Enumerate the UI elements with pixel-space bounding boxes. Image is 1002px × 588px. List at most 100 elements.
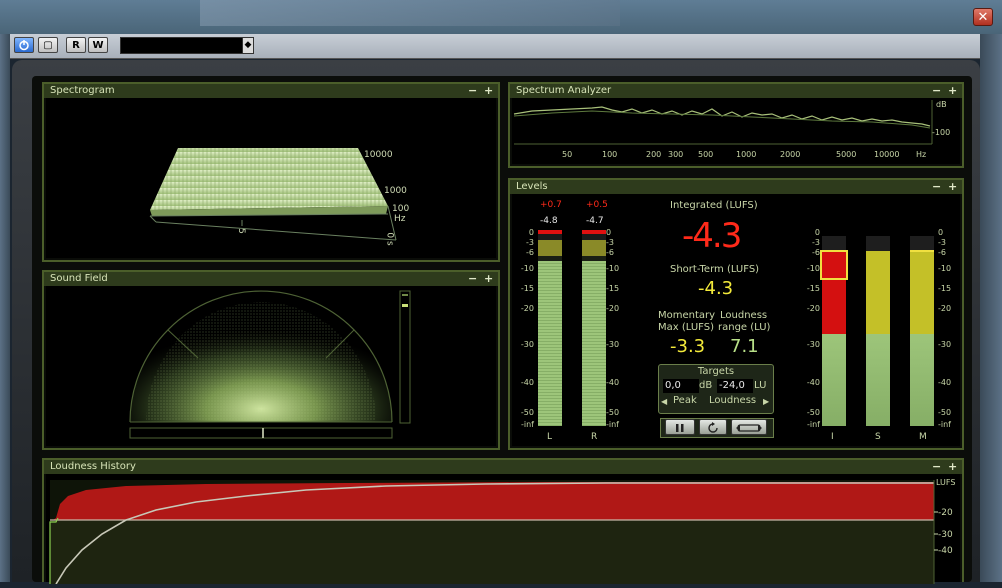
max-marker	[910, 250, 934, 252]
scale-tick-label: -6	[938, 248, 946, 257]
tick-label: 300	[668, 150, 684, 159]
preset-menu-icon[interactable]: ◆	[242, 37, 254, 54]
tick-label: -100	[932, 128, 951, 137]
scale-tick-label: -30	[606, 340, 620, 349]
scale-tick-label: -15	[606, 284, 620, 293]
tick-label: 10000	[874, 150, 900, 159]
meter-l-fill	[538, 261, 562, 426]
chevron-left-icon[interactable]: ◀	[661, 397, 667, 406]
tick-label: 200	[646, 150, 662, 159]
tick-label: 5	[235, 228, 246, 234]
spectrogram-panel: Spectrogram − + 10000 1000 100 Hz 5 0 s	[42, 82, 500, 262]
targets-title: Targets	[697, 366, 735, 377]
scale-tick-label: -20	[938, 304, 952, 313]
shortterm-value: -4.3	[698, 278, 734, 299]
pause-button[interactable]	[665, 419, 695, 435]
integrated-label: Integrated (LUFS)	[670, 200, 758, 211]
scale-tick-label: -40	[938, 378, 952, 387]
scale-tick-label: -inf	[606, 420, 619, 429]
momentary-value: -3.3	[670, 336, 706, 357]
expand-icon[interactable]: +	[948, 84, 957, 97]
tick-label: 500	[698, 150, 714, 159]
tick-label: 1000	[736, 150, 757, 159]
panel-title: Spectrum Analyzer	[510, 84, 962, 98]
collapse-icon[interactable]: −	[932, 180, 941, 193]
meter-label-m: M	[919, 432, 927, 442]
tick-label: 2000	[780, 150, 801, 159]
scale-tick-label: -30	[938, 340, 952, 349]
scale-tick-label: -30	[806, 340, 820, 349]
scale-tick-label: -3	[526, 238, 534, 247]
integrated-value: -4.3	[682, 216, 742, 256]
tick-label: 1000	[384, 186, 407, 196]
preset-field[interactable]	[120, 37, 252, 54]
swap-button[interactable]	[731, 419, 767, 435]
loudness-target-field[interactable]: -24,0	[717, 379, 753, 393]
close-button[interactable]: ✕	[973, 8, 993, 26]
scale-tick-label: -50	[938, 408, 952, 417]
expand-icon[interactable]: +	[484, 272, 493, 285]
scale-tick-label: -20	[606, 304, 620, 313]
channel-label-l: L	[547, 432, 553, 442]
lr-scale-right: 0 -3 -6 -10 -15 -20 -30 -40 -50 -inf	[606, 228, 628, 429]
scale-tick-label: 0	[606, 228, 612, 237]
ism-scale-left: 0 -3 -6 -10 -15 -20 -30 -40 -50 -inf	[802, 228, 820, 429]
chevron-right-icon[interactable]: ▶	[763, 397, 769, 406]
scale-tick-label: -3	[606, 238, 614, 247]
scale-tick-label: -10	[520, 264, 534, 273]
reset-icon	[708, 422, 718, 433]
unit-label: LUFS	[936, 478, 956, 487]
history-panel: Loudness History − + LUFS -20 -30 -40	[42, 458, 964, 585]
panel-title: Spectrogram	[44, 84, 498, 98]
ism-scale-right: 0 -3 -6 -10 -15 -20 -30 -40 -50 -inf	[938, 228, 960, 429]
tick-label: 100	[392, 204, 410, 214]
scale-tick-label: -inf	[807, 420, 820, 429]
scale-tick-label: -15	[938, 284, 952, 293]
write-automation-button[interactable]: W	[88, 37, 108, 53]
scale-tick-label: 0	[814, 228, 820, 237]
peak-target-field[interactable]: 0,0	[663, 379, 699, 393]
scale-tick-label: -6	[812, 248, 820, 257]
tick-label: Hz	[916, 150, 927, 159]
power-button[interactable]	[14, 37, 34, 53]
momentary-label: Momentary	[658, 310, 716, 321]
soundfield-plot	[129, 290, 411, 439]
lr-scale-left: 0 -3 -6 -10 -15 -20 -30 -40 -50 -inf	[514, 228, 534, 429]
spectrogram-plot	[149, 148, 397, 241]
meter-s-fill	[866, 251, 890, 426]
scale-tick-label: -15	[520, 284, 534, 293]
collapse-icon[interactable]: −	[932, 460, 941, 473]
expand-icon[interactable]: +	[484, 84, 493, 97]
scale-tick-label: -3	[812, 238, 820, 247]
tick-label: 0 s	[384, 232, 395, 246]
scale-tick-label: -30	[520, 340, 534, 349]
meter-label-i: I	[831, 432, 834, 442]
collapse-icon[interactable]: −	[932, 84, 941, 97]
loudness-target-label: Loudness	[709, 395, 757, 406]
momentary-label-2: Max (LUFS)	[658, 322, 714, 333]
range-label-2: range (LU)	[718, 322, 771, 333]
monitor-button[interactable]: ▢	[38, 37, 58, 53]
expand-icon[interactable]: +	[948, 180, 957, 193]
meter-r	[582, 230, 606, 426]
l-peak-hold: +0.7	[540, 200, 562, 210]
panel-title: Levels	[510, 180, 962, 194]
transport-bar	[660, 418, 774, 438]
expand-icon[interactable]: +	[948, 460, 957, 473]
collapse-icon[interactable]: −	[468, 272, 477, 285]
channel-label-r: R	[591, 432, 598, 442]
reset-button[interactable]	[699, 419, 727, 435]
meter-s	[866, 236, 890, 426]
unit-label: dB	[936, 100, 947, 109]
read-automation-button[interactable]: R	[66, 37, 86, 53]
range-label: Loudness	[720, 310, 768, 321]
levels-panel: Levels − + +0.7 +0.5 -4.8 -4.7 0 -3 -6 -10-…	[508, 178, 964, 450]
meter-i	[820, 236, 848, 426]
meter-label-s: S	[875, 432, 881, 442]
collapse-icon[interactable]: −	[468, 84, 477, 97]
r-peak-value: -4.7	[586, 216, 604, 226]
background-window	[200, 0, 620, 26]
meter-l	[538, 230, 562, 426]
scale-tick-label: -6	[606, 248, 614, 257]
shortterm-label: Short-Term (LUFS)	[670, 264, 760, 275]
